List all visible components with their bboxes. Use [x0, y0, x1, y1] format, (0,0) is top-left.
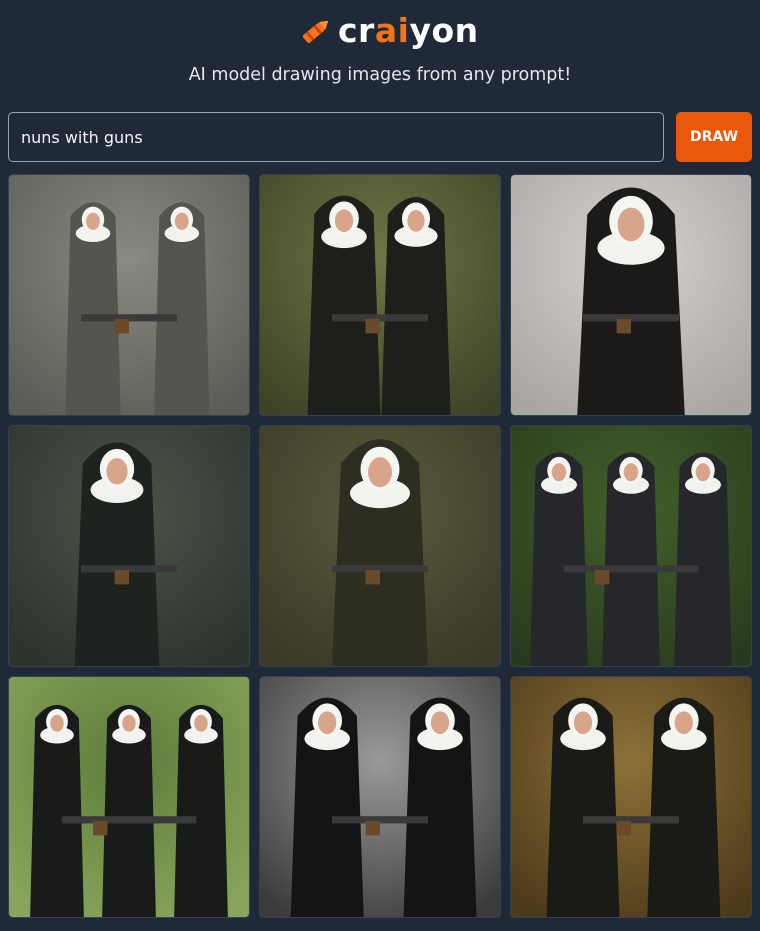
result-image[interactable] [510, 174, 752, 416]
result-image[interactable] [259, 425, 501, 667]
logo-prefix: cr [338, 11, 375, 50]
header: craiyon AI model drawing images from any… [0, 0, 760, 100]
logo-wordmark: craiyon [338, 10, 479, 52]
result-image[interactable] [259, 676, 501, 918]
results-grid [8, 174, 752, 918]
logo-suffix: yon [409, 11, 479, 50]
result-image[interactable] [259, 174, 501, 416]
prompt-input[interactable] [8, 112, 664, 162]
result-image[interactable] [510, 425, 752, 667]
result-image[interactable] [8, 425, 250, 667]
logo-accent: ai [374, 11, 410, 50]
result-image[interactable] [8, 676, 250, 918]
result-image[interactable] [8, 174, 250, 416]
tagline: AI model drawing images from any prompt! [188, 65, 572, 85]
prompt-form: DRAW [8, 112, 752, 162]
crayon-icon [298, 13, 334, 49]
logo[interactable]: craiyon [298, 10, 479, 52]
draw-button[interactable]: DRAW [676, 112, 752, 162]
result-image[interactable] [510, 676, 752, 918]
